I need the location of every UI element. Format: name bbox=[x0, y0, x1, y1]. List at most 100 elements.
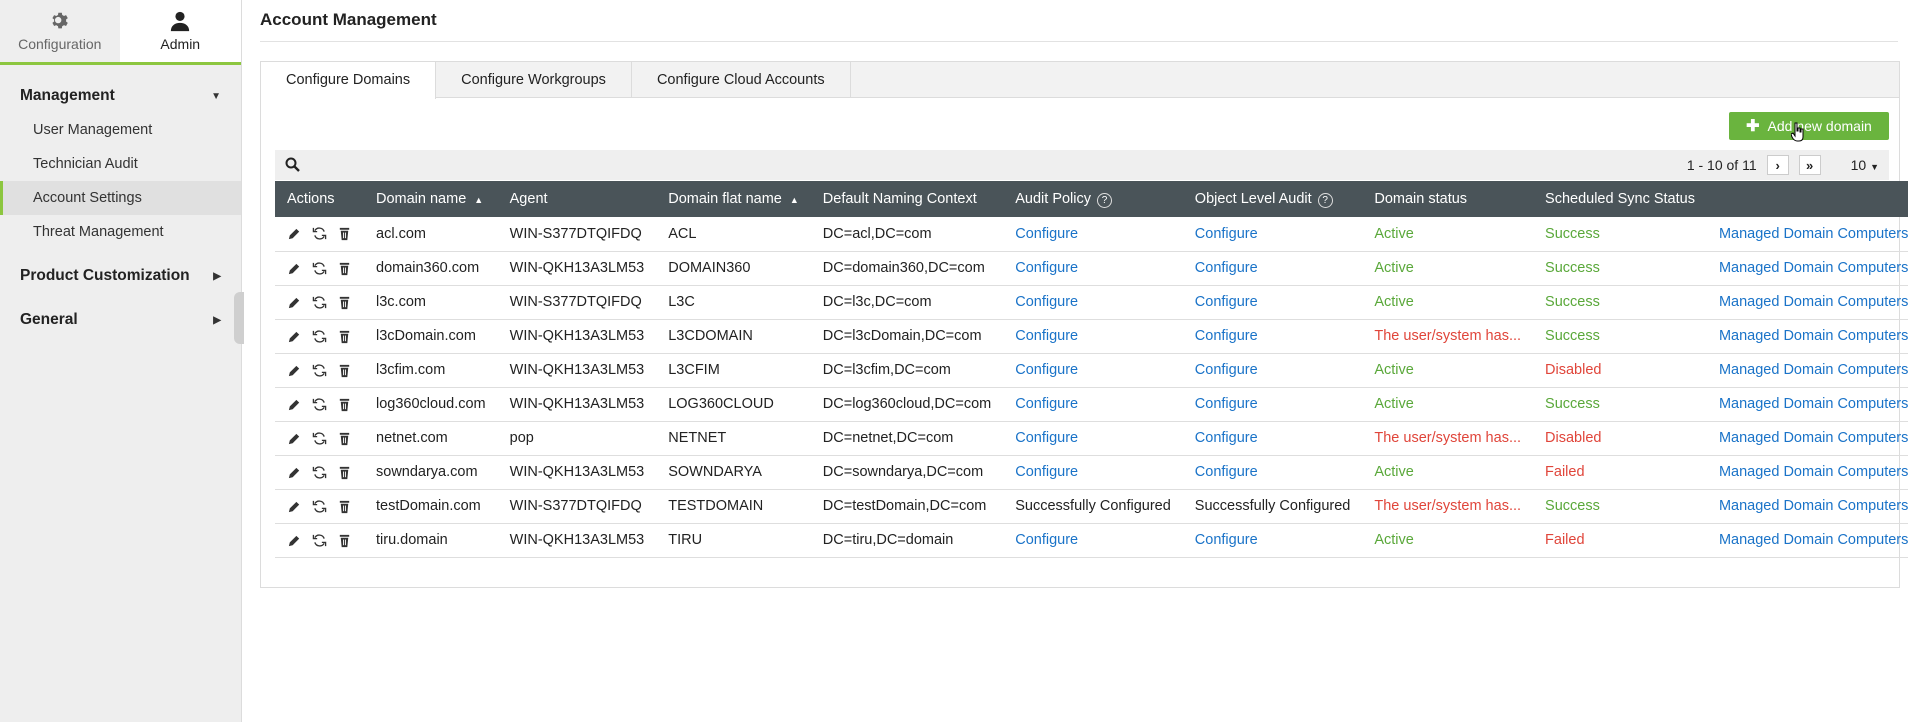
audit-policy-cell[interactable]: Configure bbox=[1003, 251, 1183, 285]
agent-cell: WIN-QKH13A3LM53 bbox=[509, 464, 645, 480]
sync-icon[interactable] bbox=[312, 363, 327, 378]
tab-configure-cloud-accounts[interactable]: Configure Cloud Accounts bbox=[632, 62, 851, 97]
delete-icon[interactable] bbox=[337, 465, 352, 480]
delete-icon[interactable] bbox=[337, 397, 352, 412]
object-level-audit-cell[interactable]: Configure bbox=[1183, 455, 1363, 489]
audit-policy-cell[interactable]: Configure bbox=[1003, 353, 1183, 387]
col-audit-policy[interactable]: Audit Policy? bbox=[1003, 181, 1183, 217]
audit-policy-cell[interactable]: Configure bbox=[1003, 523, 1183, 557]
object-level-audit-cell[interactable]: Configure bbox=[1183, 353, 1363, 387]
tab-configure-domains[interactable]: Configure Domains bbox=[261, 62, 437, 99]
audit-policy-cell[interactable]: Configure bbox=[1003, 217, 1183, 251]
object-level-audit-cell[interactable]: Configure bbox=[1183, 387, 1363, 421]
managed-domain-computers-link[interactable]: Managed Domain Computers bbox=[1707, 285, 1908, 319]
help-icon[interactable]: ? bbox=[1097, 192, 1112, 208]
sync-icon[interactable] bbox=[312, 261, 327, 276]
delete-icon[interactable] bbox=[337, 363, 352, 378]
col-domain-flat-name[interactable]: Domain flat name ▲ bbox=[656, 181, 811, 217]
col-object-level-audit[interactable]: Object Level Audit? bbox=[1183, 181, 1363, 217]
edit-icon[interactable] bbox=[287, 533, 302, 548]
page-size-select[interactable]: 10 ▼ bbox=[1851, 157, 1879, 173]
col-default-naming-context[interactable]: Default Naming Context bbox=[811, 181, 1003, 217]
sync-icon[interactable] bbox=[312, 226, 327, 241]
col-agent[interactable]: Agent bbox=[498, 181, 657, 217]
tab-admin[interactable]: Admin bbox=[119, 0, 241, 62]
object-level-audit-cell[interactable]: Configure bbox=[1183, 217, 1363, 251]
table-row: domain360.com WIN-QKH13A3LM53 DOMAIN360 DC=… bbox=[275, 251, 1908, 285]
audit-policy-cell[interactable]: Configure bbox=[1003, 455, 1183, 489]
pagination: 1 - 10 of 11 › » 10 ▼ bbox=[1687, 155, 1879, 175]
delete-icon[interactable] bbox=[337, 499, 352, 514]
edit-icon[interactable] bbox=[287, 329, 302, 344]
delete-icon[interactable] bbox=[337, 226, 352, 241]
audit-policy-cell[interactable]: Configure bbox=[1003, 285, 1183, 319]
edit-icon[interactable] bbox=[287, 397, 302, 412]
gear-icon bbox=[52, 12, 68, 29]
edit-icon[interactable] bbox=[287, 465, 302, 480]
help-icon[interactable]: ? bbox=[1317, 192, 1333, 208]
sync-icon[interactable] bbox=[312, 499, 327, 514]
domain-name-cell: l3cDomain.com bbox=[376, 328, 476, 344]
edit-icon[interactable] bbox=[287, 363, 302, 378]
sidebar-collapse-handle[interactable] bbox=[234, 292, 244, 344]
menu-group-management[interactable]: Management ▼ bbox=[0, 79, 241, 113]
managed-domain-computers-link[interactable]: Managed Domain Computers bbox=[1707, 421, 1908, 455]
edit-icon[interactable] bbox=[287, 261, 302, 276]
audit-policy-cell[interactable]: Configure bbox=[1003, 387, 1183, 421]
tab-configure-workgroups[interactable]: Configure Workgroups bbox=[436, 62, 632, 97]
managed-domain-computers-link[interactable]: Managed Domain Computers bbox=[1707, 217, 1908, 251]
add-new-domain-button[interactable]: ✚ Add new domain bbox=[1729, 112, 1889, 140]
search-filter-icon[interactable] bbox=[285, 157, 301, 173]
col-domain-name[interactable]: Domain name ▲ bbox=[364, 181, 498, 217]
sync-status-cell: Success bbox=[1545, 294, 1600, 310]
row-actions bbox=[275, 489, 364, 523]
managed-domain-computers-link[interactable]: Managed Domain Computers bbox=[1707, 319, 1908, 353]
managed-domain-computers-link[interactable]: Managed Domain Computers bbox=[1707, 251, 1908, 285]
managed-domain-computers-link[interactable]: Managed Domain Computers bbox=[1707, 387, 1908, 421]
sidebar-item-account-settings[interactable]: Account Settings bbox=[0, 181, 241, 215]
domain-status-cell: Active bbox=[1374, 294, 1414, 310]
col-scheduled-sync-status[interactable]: Scheduled Sync Status bbox=[1533, 181, 1707, 217]
sidebar-item-threat-management[interactable]: Threat Management bbox=[0, 215, 241, 249]
table-row: acl.com WIN-S377DTQIFDQ ACL DC=acl,DC=com Co… bbox=[275, 217, 1908, 251]
object-level-audit-cell[interactable]: Configure bbox=[1183, 285, 1363, 319]
delete-icon[interactable] bbox=[337, 533, 352, 548]
delete-icon[interactable] bbox=[337, 431, 352, 446]
audit-policy-cell: Successfully Configured bbox=[1015, 498, 1171, 514]
table-row: tiru.domain WIN-QKH13A3LM53 TIRU DC=tiru,DC… bbox=[275, 523, 1908, 557]
sidebar-item-technician-audit[interactable]: Technician Audit bbox=[0, 147, 241, 181]
sync-icon[interactable] bbox=[312, 465, 327, 480]
last-page-button[interactable]: » bbox=[1798, 155, 1821, 175]
sync-icon[interactable] bbox=[312, 397, 327, 412]
sync-icon[interactable] bbox=[312, 431, 327, 446]
managed-domain-computers-link[interactable]: Managed Domain Computers bbox=[1707, 523, 1908, 557]
sync-icon[interactable] bbox=[312, 295, 327, 310]
naming-context-cell: DC=testDomain,DC=com bbox=[822, 498, 987, 514]
edit-icon[interactable] bbox=[287, 226, 302, 241]
edit-icon[interactable] bbox=[287, 431, 302, 446]
next-page-button[interactable]: › bbox=[1766, 155, 1789, 175]
delete-icon[interactable] bbox=[337, 261, 352, 276]
delete-icon[interactable] bbox=[337, 329, 352, 344]
edit-icon[interactable] bbox=[287, 295, 302, 310]
sync-icon[interactable] bbox=[312, 533, 327, 548]
audit-policy-cell[interactable]: Configure bbox=[1003, 421, 1183, 455]
menu-group-general[interactable]: General ▶ bbox=[0, 303, 241, 337]
managed-domain-computers-link[interactable]: Managed Domain Computers bbox=[1707, 353, 1908, 387]
edit-icon[interactable] bbox=[287, 499, 302, 514]
delete-icon[interactable] bbox=[337, 295, 352, 310]
object-level-audit-cell[interactable]: Configure bbox=[1183, 319, 1363, 353]
menu-group-product-customization[interactable]: Product Customization ▶ bbox=[0, 259, 241, 293]
sync-icon[interactable] bbox=[312, 329, 327, 344]
naming-context-cell: DC=domain360,DC=com bbox=[822, 260, 985, 276]
sidebar-item-user-management[interactable]: User Management bbox=[0, 113, 241, 147]
object-level-audit-cell[interactable]: Configure bbox=[1183, 251, 1363, 285]
object-level-audit-cell[interactable]: Configure bbox=[1183, 421, 1363, 455]
tab-configuration[interactable]: Configuration bbox=[0, 0, 120, 62]
col-label: Object Level Audit bbox=[1194, 190, 1312, 207]
managed-domain-computers-link[interactable]: Managed Domain Computers bbox=[1707, 489, 1908, 523]
col-domain-status[interactable]: Domain status bbox=[1362, 181, 1533, 217]
object-level-audit-cell[interactable]: Configure bbox=[1183, 523, 1363, 557]
audit-policy-cell[interactable]: Configure bbox=[1003, 319, 1183, 353]
managed-domain-computers-link[interactable]: Managed Domain Computers bbox=[1707, 455, 1908, 489]
